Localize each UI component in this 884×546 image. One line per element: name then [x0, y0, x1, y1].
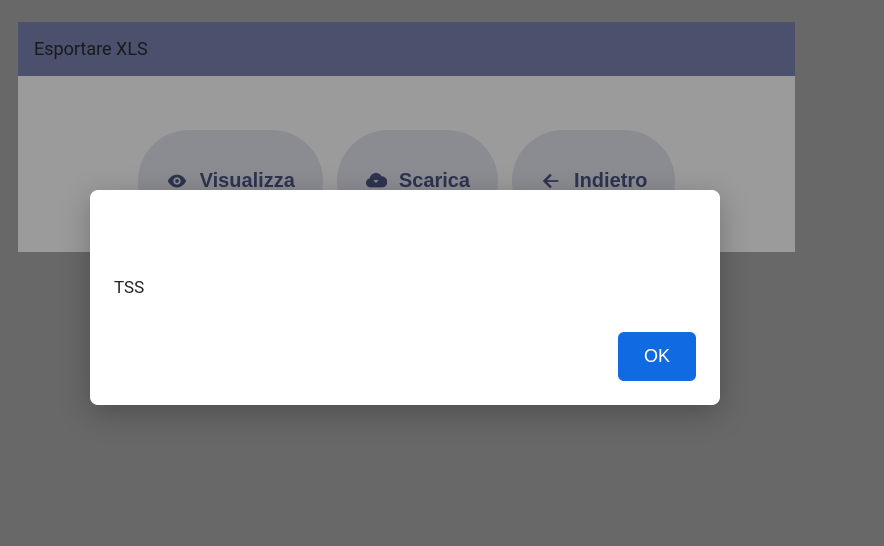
alert-modal: TSS OK [90, 190, 720, 405]
ok-button[interactable]: OK [618, 332, 696, 381]
modal-message: TSS [114, 214, 696, 332]
modal-footer: OK [114, 332, 696, 381]
